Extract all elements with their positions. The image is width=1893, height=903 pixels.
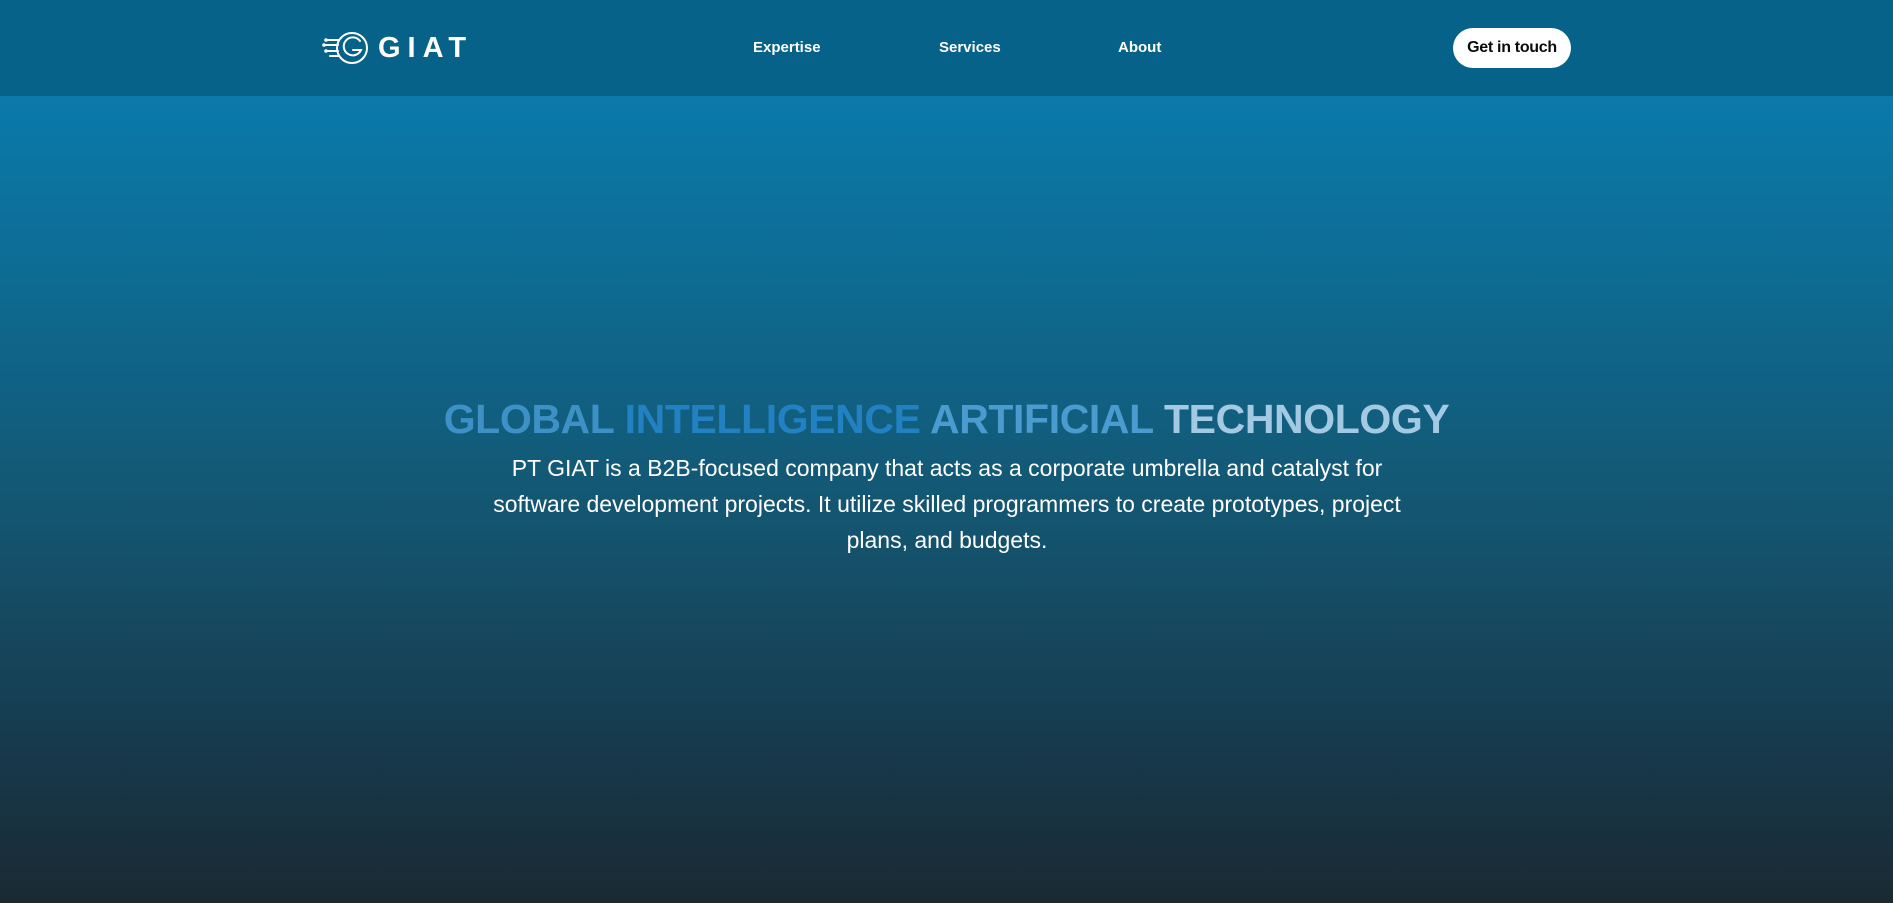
giat-circuit-g-icon	[322, 28, 370, 68]
nav-link-expertise[interactable]: Expertise	[753, 38, 821, 58]
hero-title-word-intelligence: INTELLIGENCE	[624, 396, 921, 442]
hero-title-word-technology: TECHNOLOGY	[1164, 396, 1450, 442]
hero-title-word-global: GLOBAL	[443, 396, 614, 442]
hero-title-word-artificial: ARTIFICIAL	[930, 396, 1154, 442]
site-header: GIAT Expertise Services About Get in tou…	[0, 0, 1893, 96]
brand-logo[interactable]: GIAT	[322, 28, 473, 68]
nav-link-services[interactable]: Services	[939, 38, 1001, 58]
brand-name: GIAT	[378, 32, 474, 64]
hero-title: GLOBAL INTELLIGENCE ARTIFICIAL TECHNOLOG…	[0, 394, 1893, 444]
get-in-touch-button[interactable]: Get in touch	[1453, 28, 1571, 68]
nav-link-about[interactable]: About	[1118, 38, 1161, 58]
hero-description: PT GIAT is a B2B-focused company that ac…	[493, 455, 1401, 553]
